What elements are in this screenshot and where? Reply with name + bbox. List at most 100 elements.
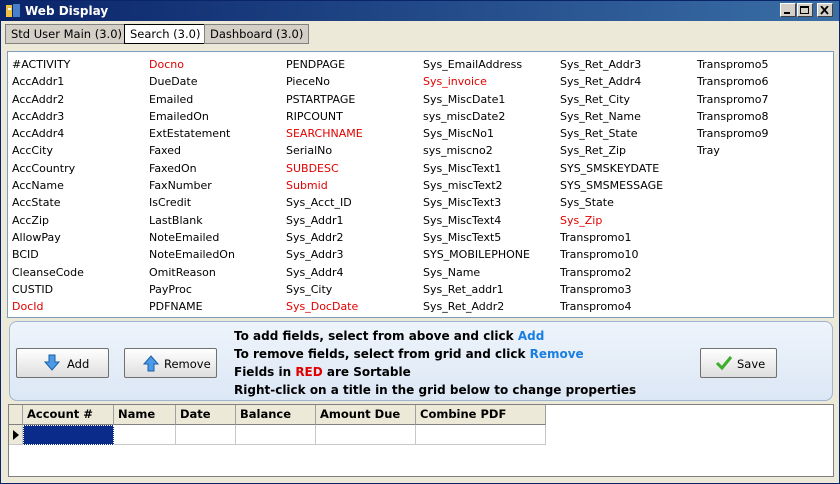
field-item[interactable]: Sys_MiscDate1 xyxy=(421,91,557,108)
field-item[interactable]: Sys_Addr3 xyxy=(284,246,420,263)
field-item[interactable]: Transpromo1 xyxy=(558,229,694,246)
field-item[interactable]: PieceNo xyxy=(284,73,420,90)
field-item[interactable]: FaxNumber xyxy=(147,177,283,194)
field-item[interactable]: NoteEmailed xyxy=(147,229,283,246)
field-item[interactable]: AccState xyxy=(10,194,146,211)
field-item[interactable]: SUBDESC xyxy=(284,160,420,177)
field-item[interactable]: CleanseCode xyxy=(10,264,146,281)
field-item[interactable]: Sys_Name xyxy=(421,264,557,281)
tab-std-user-main[interactable]: Std User Main (3.0) xyxy=(5,24,129,44)
field-item[interactable]: Sys_MiscText5 xyxy=(421,229,557,246)
field-item[interactable]: Sys_Addr4 xyxy=(284,264,420,281)
field-item[interactable]: Transpromo6 xyxy=(695,73,831,90)
field-item[interactable]: sys_miscDate2 xyxy=(421,108,557,125)
field-item[interactable]: Sys_Addr1 xyxy=(284,212,420,229)
field-item[interactable]: Sys_Ret_Addr2 xyxy=(421,298,557,315)
field-item[interactable]: #ACTIVITY xyxy=(10,56,146,73)
field-item[interactable]: Transpromo5 xyxy=(695,56,831,73)
field-item[interactable]: OmitReason xyxy=(147,264,283,281)
grid-cell-name[interactable] xyxy=(114,425,176,445)
grid-cell-combine-pdf[interactable] xyxy=(416,425,546,445)
field-item[interactable]: Sys_Addr2 xyxy=(284,229,420,246)
field-item[interactable]: Sys_Ret_Addr3 xyxy=(558,56,694,73)
field-item[interactable]: Transpromo4 xyxy=(558,298,694,315)
grid-header-account[interactable]: Account # xyxy=(23,405,114,425)
field-item[interactable]: DocId xyxy=(10,298,146,315)
field-item[interactable]: Sys_invoice xyxy=(421,73,557,90)
field-item[interactable]: AllowPay xyxy=(10,229,146,246)
minimize-button[interactable] xyxy=(780,3,796,17)
field-item[interactable]: Sys_MiscText3 xyxy=(421,194,557,211)
field-item[interactable]: Sys_DocDate xyxy=(284,298,420,315)
field-item[interactable]: Transpromo9 xyxy=(695,125,831,142)
field-item[interactable]: Faxed xyxy=(147,142,283,159)
field-item[interactable]: Sys_Ret_Name xyxy=(558,108,694,125)
remove-button[interactable]: Remove xyxy=(124,348,217,378)
available-fields-list[interactable]: #ACTIVITY AccAddr1 AccAddr2 AccAddr3 AccAddr… xyxy=(7,51,834,318)
field-item[interactable]: Sys_City xyxy=(284,281,420,298)
save-button[interactable]: Save xyxy=(700,348,777,378)
field-item[interactable]: Sys_miscText2 xyxy=(421,177,557,194)
field-item[interactable]: Sys_Ret_Zip xyxy=(558,142,694,159)
grid-header-balance[interactable]: Balance xyxy=(236,405,316,425)
field-item[interactable]: AccZip xyxy=(10,212,146,229)
field-item[interactable]: IsCredit xyxy=(147,194,283,211)
field-item[interactable]: AccCountry xyxy=(10,160,146,177)
add-button[interactable]: Add xyxy=(16,348,109,378)
grid-header-date[interactable]: Date xyxy=(176,405,236,425)
field-item[interactable]: Sys_MiscText1 xyxy=(421,160,557,177)
field-item[interactable]: Sys_Zip xyxy=(558,212,694,229)
field-item[interactable]: EmailedOn xyxy=(147,108,283,125)
field-item[interactable]: AccAddr2 xyxy=(10,91,146,108)
field-item[interactable]: Transpromo2 xyxy=(558,264,694,281)
field-item[interactable]: AccAddr1 xyxy=(10,73,146,90)
field-item[interactable]: SYS_SMSMESSAGE xyxy=(558,177,694,194)
field-item[interactable]: Submid xyxy=(284,177,420,194)
field-item[interactable]: Sys_MiscNo1 xyxy=(421,125,557,142)
field-item[interactable]: ExtEstatement xyxy=(147,125,283,142)
field-item[interactable]: Transpromo10 xyxy=(558,246,694,263)
title-bar[interactable]: Web Display xyxy=(1,1,839,21)
grid-cell-amount-due[interactable] xyxy=(316,425,416,445)
field-item[interactable]: AccCity xyxy=(10,142,146,159)
selected-fields-grid[interactable]: Account # Name Date Balance Amount Due C… xyxy=(8,404,834,477)
field-item[interactable]: AccAddr4 xyxy=(10,125,146,142)
tab-search[interactable]: Search (3.0) xyxy=(124,24,207,44)
field-item[interactable]: BCID xyxy=(10,246,146,263)
field-item[interactable]: Sys_Ret_State xyxy=(558,125,694,142)
field-item[interactable]: SYS_SMSKEYDATE xyxy=(558,160,694,177)
field-item[interactable]: PayProc xyxy=(147,281,283,298)
field-item[interactable]: Tray xyxy=(695,142,831,159)
maximize-button[interactable] xyxy=(797,3,813,17)
field-item[interactable]: PENDPAGE xyxy=(284,56,420,73)
tab-dashboard[interactable]: Dashboard (3.0) xyxy=(204,24,310,44)
field-item[interactable]: NoteEmailedOn xyxy=(147,246,283,263)
field-item[interactable]: SerialNo xyxy=(284,142,420,159)
field-item[interactable]: sys_miscno2 xyxy=(421,142,557,159)
close-button[interactable] xyxy=(817,3,833,17)
field-item[interactable]: Transpromo7 xyxy=(695,91,831,108)
field-item[interactable]: Sys_Acct_ID xyxy=(284,194,420,211)
field-item[interactable]: CUSTID xyxy=(10,281,146,298)
field-item[interactable]: AccName xyxy=(10,177,146,194)
grid-header-combine-pdf[interactable]: Combine PDF xyxy=(416,405,546,425)
field-item[interactable]: Sys_EmailAddress xyxy=(421,56,557,73)
field-item[interactable]: Sys_State xyxy=(558,194,694,211)
field-item[interactable]: FaxedOn xyxy=(147,160,283,177)
field-item[interactable]: PSTARTPAGE xyxy=(284,91,420,108)
grid-header-name[interactable]: Name xyxy=(114,405,176,425)
field-item[interactable]: SEARCHNAME xyxy=(284,125,420,142)
field-item[interactable]: DueDate xyxy=(147,73,283,90)
grid-header-amount-due[interactable]: Amount Due xyxy=(316,405,416,425)
field-item[interactable]: Emailed xyxy=(147,91,283,108)
field-item[interactable]: Docno xyxy=(147,56,283,73)
grid-cell-account[interactable] xyxy=(23,425,114,445)
field-item[interactable]: Sys_Ret_City xyxy=(558,91,694,108)
grid-cell-balance[interactable] xyxy=(236,425,316,445)
field-item[interactable]: LastBlank xyxy=(147,212,283,229)
grid-cell-date[interactable] xyxy=(176,425,236,445)
field-item[interactable]: SYS_MOBILEPHONE xyxy=(421,246,557,263)
field-item[interactable]: Sys_MiscText4 xyxy=(421,212,557,229)
field-item[interactable]: PDFNAME xyxy=(147,298,283,315)
field-item[interactable]: Transpromo3 xyxy=(558,281,694,298)
